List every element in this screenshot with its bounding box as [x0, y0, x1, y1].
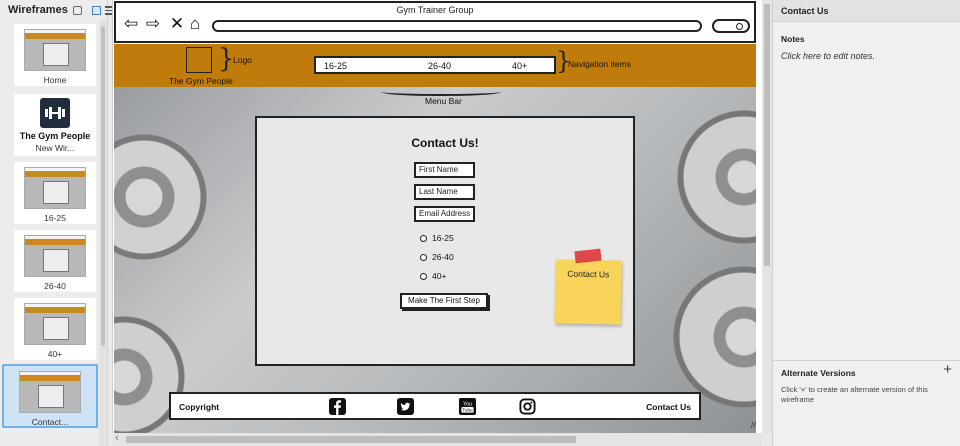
- sidebar-header: Wireframes: [0, 0, 115, 20]
- wireframe-logo-text: The Gym People: [19, 131, 91, 141]
- svg-text:You: You: [463, 402, 472, 408]
- add-alternate-button[interactable]: +: [943, 362, 952, 377]
- wireframe-thumbnail: [24, 29, 86, 71]
- twitter-icon[interactable]: [397, 398, 414, 415]
- wireframe-item-label: 40+: [47, 349, 63, 359]
- radio-button[interactable]: [420, 234, 427, 242]
- footer-copyright: Copyright: [179, 402, 220, 412]
- wireframe-canvas[interactable]: Gym Trainer Group ⇦ ⇨ ✕ ⌂ } Logo The Gym…: [112, 0, 762, 433]
- radio-label: 40+: [432, 271, 447, 281]
- wireframe-item-26-40[interactable]: 26-40: [14, 230, 96, 292]
- last-name-field[interactable]: Last Name: [414, 184, 475, 200]
- wireframe-item-label: 16-25: [44, 213, 66, 223]
- site-header: } Logo The Gym People 16-25 26-40 40+ } …: [114, 44, 756, 87]
- sidebar-header-icons: [72, 5, 82, 15]
- sidebar-scrollbar[interactable]: [99, 20, 107, 446]
- app-window: Wireframes Home The Gym People New Wir..…: [0, 0, 960, 446]
- alternate-versions-heading: Alternate Versions: [781, 368, 856, 378]
- wireframe-list: Home The Gym People New Wir... 16-25 26-…: [0, 22, 100, 446]
- site-footer: Copyright You Tube Contact Us: [169, 392, 701, 420]
- wireframe-item-contact[interactable]: Contact...: [2, 364, 98, 428]
- menu-bar-annotation: Menu Bar: [425, 96, 462, 106]
- sticky-note-text: Contact Us: [567, 268, 610, 280]
- wireframe-thumbnail: [24, 303, 86, 345]
- menu-bar-brace: [381, 88, 501, 96]
- wireframe-item-label: Home: [43, 75, 67, 85]
- properties-panel: Contact Us Notes Click here to edit note…: [772, 0, 960, 446]
- canvas-vertical-scrollbar[interactable]: [762, 0, 772, 433]
- sidebar-title: Wireframes: [8, 4, 68, 16]
- wireframe-item-label: 26-40: [44, 281, 66, 291]
- radio-label: 16-25: [432, 233, 454, 243]
- nav-item-40-plus[interactable]: 40+: [512, 61, 527, 71]
- submit-button[interactable]: Make The First Step: [400, 293, 488, 309]
- resize-handle-icon[interactable]: //: [751, 420, 756, 431]
- radio-button[interactable]: [420, 253, 427, 261]
- browser-title: Gym Trainer Group: [396, 5, 474, 15]
- sticky-note[interactable]: Contact Us: [554, 259, 622, 325]
- panel-title: Contact Us: [773, 0, 960, 22]
- back-arrow-icon[interactable]: ⇦: [122, 15, 140, 32]
- wireframe-item-label: New Wir...: [35, 143, 75, 153]
- alternate-versions-help: Click '+' to create an alternate version…: [781, 385, 928, 404]
- wireframe-item-new[interactable]: The Gym People New Wir...: [14, 94, 96, 156]
- facebook-icon[interactable]: [329, 398, 346, 415]
- instagram-icon[interactable]: [519, 398, 536, 415]
- url-bar[interactable]: [212, 20, 702, 32]
- notes-editor[interactable]: Click here to edit notes.: [781, 51, 875, 61]
- site-navbar: 16-25 26-40 40+: [314, 56, 556, 74]
- youtube-icon[interactable]: You Tube: [459, 398, 476, 415]
- wireframe-item-label: Contact...: [31, 417, 69, 427]
- wireframe-item-16-25[interactable]: 16-25: [14, 162, 96, 224]
- wireframes-sidebar: Wireframes Home The Gym People New Wir..…: [0, 0, 115, 446]
- radio-16-25[interactable]: 16-25: [420, 233, 454, 243]
- logo-annotation: Logo: [233, 55, 252, 65]
- nav-item-26-40[interactable]: 26-40: [428, 61, 451, 71]
- thumbnail-view-icon[interactable]: [91, 5, 101, 15]
- logo-placeholder[interactable]: [186, 47, 212, 73]
- canvas-horizontal-scrollbar[interactable]: [112, 432, 762, 446]
- wireframe-thumbnail: [19, 371, 81, 413]
- email-field[interactable]: Email Address: [414, 206, 475, 222]
- close-x-icon[interactable]: ✕: [168, 15, 186, 32]
- radio-26-40[interactable]: 26-40: [420, 252, 454, 262]
- forward-arrow-icon[interactable]: ⇨: [144, 15, 162, 32]
- nav-item-16-25[interactable]: 16-25: [324, 61, 347, 71]
- brand-name: The Gym People: [169, 76, 233, 86]
- footer-contact-link[interactable]: Contact Us: [646, 402, 691, 412]
- panel-divider: [773, 360, 960, 361]
- form-title: Contact Us!: [411, 136, 479, 150]
- browser-search-icon[interactable]: [712, 19, 750, 33]
- radio-40-plus[interactable]: 40+: [420, 271, 446, 281]
- wireframe-item-40-plus[interactable]: 40+: [14, 298, 96, 360]
- first-name-field[interactable]: First Name: [414, 162, 475, 178]
- notes-heading: Notes: [781, 34, 805, 44]
- svg-text:Tube: Tube: [462, 408, 473, 414]
- radio-label: 26-40: [432, 252, 454, 262]
- dumbbell-icon: [40, 98, 70, 128]
- nav-annotation: Navigation items: [568, 59, 631, 69]
- wireframe-item-home[interactable]: Home: [14, 24, 96, 86]
- wireframe-thumbnail: [24, 235, 86, 277]
- browser-chrome: Gym Trainer Group ⇦ ⇨ ✕ ⌂: [114, 1, 756, 43]
- home-icon[interactable]: ⌂: [186, 15, 204, 32]
- sitemap-icon[interactable]: [72, 5, 82, 15]
- contact-form: Contact Us! First Name Last Name Email A…: [255, 116, 635, 366]
- wireframe-thumbnail: [24, 167, 86, 209]
- radio-button[interactable]: [420, 272, 427, 280]
